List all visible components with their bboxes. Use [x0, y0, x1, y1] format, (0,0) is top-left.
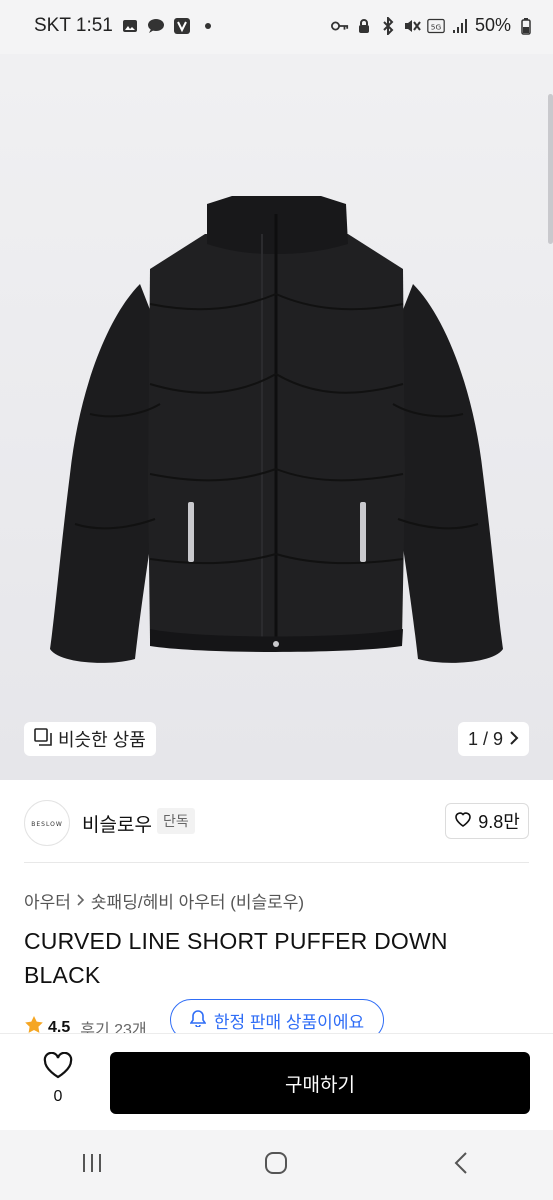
status-left: SKT 1:51: [34, 15, 217, 37]
back-icon: [454, 1151, 468, 1180]
buy-button[interactable]: 구매하기: [110, 1052, 530, 1114]
battery-text: 50%: [474, 15, 511, 35]
chevron-right-icon: [509, 729, 519, 750]
bell-icon: [189, 1009, 207, 1032]
similar-label: 비슷한 상품: [58, 730, 146, 750]
v-app-icon: [173, 17, 191, 35]
battery-icon: [517, 17, 535, 35]
chat-bubble-icon: [147, 17, 165, 35]
jacket-illustration: [50, 196, 503, 663]
chevron-right-icon: [77, 891, 85, 911]
image-icon: [121, 17, 139, 35]
signal-icon: [451, 17, 469, 35]
bottom-action-bar: 0 구매하기: [0, 1033, 553, 1130]
limited-sale-label: 한정 판매 상품이에요: [213, 1012, 365, 1032]
brand-like-button[interactable]: 9.8만: [445, 803, 529, 839]
divider: [24, 862, 529, 863]
home-button[interactable]: [246, 1145, 306, 1185]
similar-products-button[interactable]: 비슷한 상품: [24, 722, 156, 756]
recent-apps-button[interactable]: [62, 1145, 122, 1185]
svg-text:5G: 5G: [431, 22, 442, 31]
exclusive-badge: 단독: [157, 808, 195, 834]
breadcrumb-category[interactable]: 아우터: [24, 888, 71, 913]
image-counter[interactable]: 1 / 9: [457, 722, 529, 756]
brand-row: BESLOW 비슬로우 단독 9.8만: [0, 780, 553, 862]
key-icon: [330, 17, 349, 35]
5g-icon: 5G: [427, 17, 445, 35]
heart-icon: [454, 811, 472, 832]
image-counter-text: 1 / 9: [467, 728, 503, 749]
wishlist-count: 0: [53, 1088, 63, 1105]
recent-apps-icon: [80, 1152, 104, 1179]
breadcrumb: 아우터 숏패딩/헤비 아우터 (비슬로우): [24, 888, 304, 913]
brand-like-count: 9.8만: [478, 812, 520, 832]
home-icon: [264, 1151, 288, 1180]
back-button[interactable]: [431, 1145, 491, 1185]
lock-icon: [355, 17, 373, 35]
carrier-time: SKT 1:51: [34, 15, 113, 36]
heart-icon: [43, 1051, 73, 1084]
status-bar: SKT 1:51 5G 50%: [0, 0, 553, 54]
wishlist-button[interactable]: 0: [34, 1051, 82, 1106]
bluetooth-icon: [379, 16, 397, 35]
breadcrumb-subcategory[interactable]: 숏패딩/헤비 아우터 (비슬로우): [91, 888, 304, 913]
brand-name[interactable]: 비슬로우: [82, 810, 152, 837]
status-right: 5G 50%: [330, 15, 535, 36]
svg-text:BESLOW: BESLOW: [31, 821, 63, 828]
similar-icon: [34, 727, 52, 751]
system-nav-bar: [0, 1130, 553, 1200]
brand-logo[interactable]: BESLOW: [24, 800, 70, 846]
product-title: CURVED LINE SHORT PUFFER DOWN BLACK: [24, 928, 448, 988]
mute-icon: [403, 17, 421, 35]
product-image[interactable]: 비슷한 상품 1 / 9: [0, 54, 553, 780]
dot-icon: [199, 17, 217, 35]
